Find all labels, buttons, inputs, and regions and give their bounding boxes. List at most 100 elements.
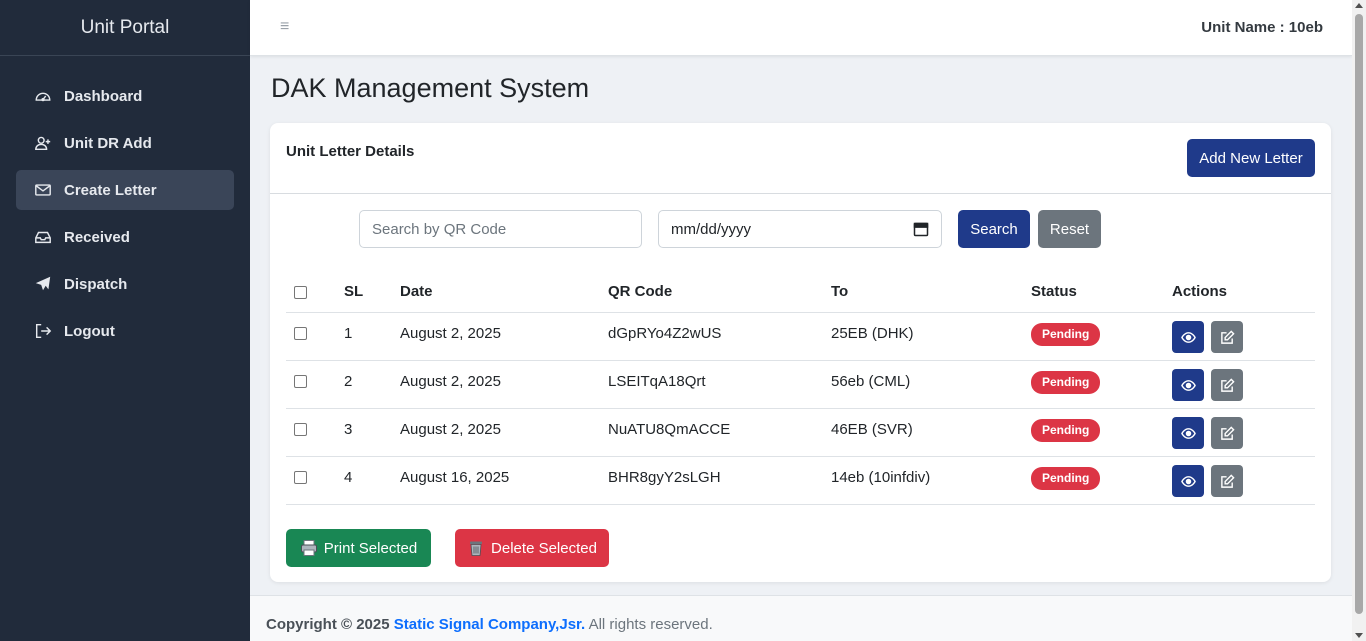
unit-name-label: Unit Name : 10eb: [1201, 19, 1323, 36]
row-checkbox[interactable]: [294, 375, 307, 388]
status-cell: Pending: [1031, 457, 1101, 504]
row-select-cell: [294, 457, 307, 504]
eye-icon: [1180, 475, 1196, 487]
header-qr-code: QR Code: [608, 283, 673, 300]
trash-icon: [470, 541, 483, 556]
view-button[interactable]: [1172, 417, 1204, 449]
row-select-cell: [294, 313, 307, 360]
sign-out-icon: [34, 322, 52, 340]
view-button[interactable]: [1172, 321, 1204, 353]
cell-to: 14eb (10infdiv): [831, 469, 931, 486]
page-title: DAK Management System: [271, 73, 590, 103]
row-checkbox[interactable]: [294, 423, 307, 436]
cell-sl: 4: [344, 469, 353, 486]
footer-company-link[interactable]: Static Signal Company,Jsr.: [394, 616, 585, 633]
date-placeholder: mm/dd/yyyy: [671, 220, 752, 238]
status-badge: Pending: [1031, 323, 1101, 346]
header-actions: Actions: [1172, 283, 1228, 300]
header-status: Status: [1031, 283, 1077, 300]
delete-selected-button[interactable]: Delete Selected: [455, 529, 609, 567]
row-select-cell: [294, 409, 307, 456]
sidebar-nav: Dashboard Unit DR Add Create Letter Rece…: [0, 56, 250, 351]
footer-copyright: Copyright © 2025 Static Signal Company,J…: [266, 616, 713, 633]
eye-icon: [1180, 379, 1196, 391]
scroll-down-icon[interactable]: [1355, 633, 1363, 638]
cell-qr-code: BHR8gyY2sLGH: [608, 469, 721, 486]
status-badge: Pending: [1031, 371, 1101, 394]
sidebar-item-logout[interactable]: Logout: [16, 311, 234, 351]
scroll-up-icon[interactable]: [1355, 3, 1363, 8]
cell-date: August 2, 2025: [400, 373, 501, 390]
cell-sl: 2: [344, 373, 353, 390]
edit-button[interactable]: [1211, 465, 1243, 497]
edit-icon: [1220, 377, 1235, 392]
cell-date: August 2, 2025: [400, 325, 501, 342]
add-new-letter-button[interactable]: Add New Letter: [1187, 139, 1315, 177]
actions-cell: [1172, 409, 1250, 456]
edit-icon: [1220, 329, 1235, 344]
view-button[interactable]: [1172, 369, 1204, 401]
sidebar-item-label: Logout: [64, 322, 115, 340]
cell-to: 56eb (CML): [831, 373, 911, 390]
edit-icon: [1220, 425, 1235, 440]
sidebar-item-label: Dashboard: [64, 87, 143, 105]
menu-toggle-icon[interactable]: ≡: [280, 18, 289, 36]
view-button[interactable]: [1172, 465, 1204, 497]
footer-rights: All rights reserved.: [588, 616, 713, 633]
status-cell: Pending: [1031, 361, 1101, 408]
letters-table: SL Date QR Code To Status Actions 1 Augu…: [286, 267, 1315, 505]
actions-cell: [1172, 313, 1250, 360]
edit-button[interactable]: [1211, 417, 1243, 449]
calendar-icon[interactable]: [913, 221, 929, 237]
edit-button[interactable]: [1211, 369, 1243, 401]
inbox-icon: [34, 228, 52, 246]
page-scrollbar[interactable]: [1352, 0, 1366, 641]
card-header: Unit Letter Details Add New Letter: [270, 123, 1331, 194]
cell-to: 25EB (DHK): [831, 325, 914, 342]
sidebar-item-label: Create Letter: [64, 181, 157, 199]
sidebar-item-create-letter[interactable]: Create Letter: [16, 170, 234, 210]
status-badge: Pending: [1031, 467, 1101, 490]
select-all-checkbox[interactable]: [294, 286, 307, 299]
cell-date: August 16, 2025: [400, 469, 510, 486]
footer: Copyright © 2025 Static Signal Company,J…: [250, 595, 1352, 641]
gauge-icon: [34, 87, 52, 105]
sidebar-item-dashboard[interactable]: Dashboard: [16, 76, 234, 116]
paper-plane-icon: [34, 275, 52, 293]
header-sl: SL: [344, 283, 364, 300]
edit-icon: [1220, 473, 1235, 488]
sidebar: Unit Portal Dashboard Unit DR Add Create…: [0, 0, 250, 641]
print-selected-label: Print Selected: [323, 539, 418, 557]
footer-copyright-prefix: Copyright © 2025: [266, 616, 390, 633]
row-select-cell: [294, 361, 307, 408]
status-badge: Pending: [1031, 419, 1101, 442]
cell-qr-code: NuATU8QmACCE: [608, 421, 731, 438]
header-date: Date: [400, 283, 433, 300]
scrollbar-thumb[interactable]: [1355, 14, 1363, 614]
actions-cell: [1172, 361, 1250, 408]
envelope-icon: [34, 181, 52, 199]
qr-search-input[interactable]: Search by QR Code: [359, 210, 642, 248]
card-title: Unit Letter Details: [286, 143, 415, 160]
cell-date: August 2, 2025: [400, 421, 501, 438]
row-checkbox[interactable]: [294, 471, 307, 484]
sidebar-item-dispatch[interactable]: Dispatch: [16, 264, 234, 304]
actions-cell: [1172, 457, 1250, 504]
edit-button[interactable]: [1211, 321, 1243, 353]
row-checkbox[interactable]: [294, 327, 307, 340]
cell-qr-code: LSEITqA18Qrt: [608, 373, 706, 390]
search-button[interactable]: Search: [958, 210, 1030, 248]
date-filter-input[interactable]: mm/dd/yyyy: [658, 210, 942, 248]
sidebar-item-received[interactable]: Received: [16, 217, 234, 257]
table-row: 2 August 2, 2025 LSEITqA18Qrt 56eb (CML)…: [286, 361, 1315, 409]
status-cell: Pending: [1031, 313, 1101, 360]
delete-selected-label: Delete Selected: [491, 539, 597, 557]
sidebar-item-label: Dispatch: [64, 275, 128, 293]
print-selected-button[interactable]: Print Selected: [286, 529, 431, 567]
status-cell: Pending: [1031, 409, 1101, 456]
user-plus-icon: [34, 134, 52, 152]
cell-sl: 1: [344, 325, 353, 342]
sidebar-item-unit-dr-add[interactable]: Unit DR Add: [16, 123, 234, 163]
sidebar-item-label: Received: [64, 228, 130, 246]
reset-button[interactable]: Reset: [1038, 210, 1101, 248]
